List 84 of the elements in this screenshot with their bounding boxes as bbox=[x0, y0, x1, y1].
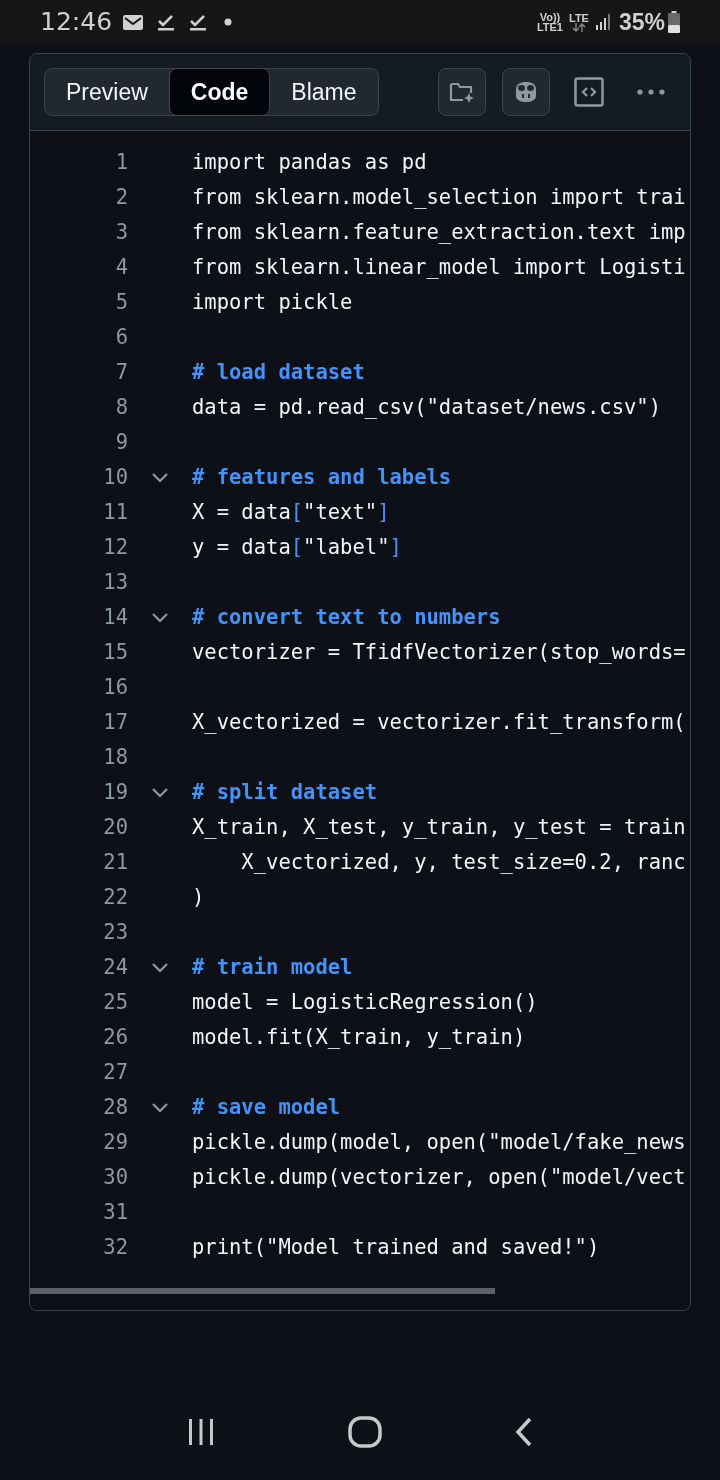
more-icon[interactable] bbox=[636, 88, 666, 96]
code-line: # train model bbox=[192, 954, 353, 982]
line-number: 4 bbox=[114, 254, 128, 282]
code-line: # save model bbox=[192, 1094, 341, 1122]
clock: 12:46 bbox=[40, 6, 113, 39]
code-line: X_vectorized = vectorizer.fit_transform( bbox=[192, 709, 686, 737]
line-number: 13 bbox=[102, 569, 128, 597]
line-number: 11 bbox=[102, 499, 128, 527]
folder-sparkle-button[interactable] bbox=[438, 68, 486, 116]
code-line: import pandas as pd bbox=[192, 149, 427, 177]
view-tab[interactable]: Code bbox=[168, 68, 271, 116]
code-line: # features and labels bbox=[192, 464, 452, 492]
line-number: 3 bbox=[114, 219, 128, 247]
code-line: X_vectorized, y, test_size=0.2, ranc bbox=[240, 849, 686, 877]
line-number: 27 bbox=[102, 1059, 128, 1087]
line-number: 6 bbox=[114, 324, 128, 352]
view-tab[interactable]: Preview bbox=[45, 69, 169, 115]
chevron-down-icon[interactable] bbox=[151, 1102, 169, 1113]
line-number: 32 bbox=[102, 1234, 128, 1262]
copilot-button[interactable] bbox=[502, 68, 550, 116]
data-arrows-icon bbox=[571, 22, 586, 32]
code-line: ) bbox=[192, 884, 205, 912]
line-number: 14 bbox=[102, 604, 128, 632]
line-number: 28 bbox=[102, 1094, 128, 1122]
chevron-down-icon[interactable] bbox=[151, 472, 169, 483]
line-number: 19 bbox=[102, 779, 128, 807]
line-number: 1 bbox=[114, 149, 128, 177]
line-number: 20 bbox=[102, 814, 128, 842]
line-number: 5 bbox=[114, 289, 128, 317]
checkmark-icon bbox=[156, 12, 177, 32]
line-number: 22 bbox=[102, 884, 128, 912]
line-number: 15 bbox=[102, 639, 128, 667]
code-line: data = pd.read_csv("dataset/news.csv") bbox=[192, 394, 661, 422]
code-line: vectorizer = TfidfVectorizer(stop_words= bbox=[192, 639, 686, 667]
code-line: from sklearn.model_selection import trai bbox=[192, 184, 686, 212]
folder-sparkle-icon bbox=[449, 80, 475, 104]
line-number: 24 bbox=[102, 954, 128, 982]
line-number: 2 bbox=[114, 184, 128, 212]
line-number: 31 bbox=[102, 1199, 128, 1227]
code-embed-icon[interactable] bbox=[574, 77, 604, 107]
line-number: 16 bbox=[102, 674, 128, 702]
code-line: X = data["text"] bbox=[192, 499, 390, 527]
code-line: pickle.dump(vectorizer, open("model/vect bbox=[192, 1164, 686, 1192]
code-line: y = data["label"] bbox=[192, 534, 402, 562]
line-number: 25 bbox=[102, 989, 128, 1017]
line-number: 18 bbox=[102, 744, 128, 772]
code-line: from sklearn.linear_model import Logisti bbox=[192, 254, 686, 282]
checkmark-icon bbox=[188, 12, 209, 32]
line-number: 30 bbox=[102, 1164, 128, 1192]
lte-label: LTE bbox=[569, 12, 589, 23]
code-line: import pickle bbox=[192, 289, 353, 317]
battery-icon bbox=[668, 11, 680, 33]
line-number: 17 bbox=[102, 709, 128, 737]
code-line: # load dataset bbox=[192, 359, 365, 387]
dot-icon bbox=[224, 18, 233, 26]
chevron-down-icon[interactable] bbox=[151, 612, 169, 623]
line-number: 8 bbox=[114, 394, 128, 422]
chevron-down-icon[interactable] bbox=[151, 962, 169, 973]
signal-icon bbox=[594, 13, 613, 31]
line-number: 7 bbox=[114, 359, 128, 387]
code-line: model = LogisticRegression() bbox=[192, 989, 538, 1017]
horizontal-scrollbar[interactable] bbox=[30, 1288, 495, 1294]
code-line: # convert text to numbers bbox=[192, 604, 501, 632]
code-line: from sklearn.feature_extraction.text imp bbox=[192, 219, 686, 247]
code-line: pickle.dump(model, open("model/fake_news bbox=[192, 1129, 686, 1157]
code-line: X_train, X_test, y_train, y_test = train bbox=[192, 814, 686, 842]
back-icon[interactable] bbox=[514, 1417, 534, 1447]
line-number: 12 bbox=[102, 534, 128, 562]
view-tab[interactable]: Blame bbox=[270, 69, 378, 115]
line-number: 23 bbox=[102, 919, 128, 947]
chevron-down-icon[interactable] bbox=[151, 787, 169, 798]
line-number: 10 bbox=[102, 464, 128, 492]
battery-percent: 35% bbox=[618, 7, 665, 37]
line-number: 29 bbox=[102, 1129, 128, 1157]
home-icon[interactable] bbox=[348, 1416, 382, 1448]
code-line: model.fit(X_train, y_train) bbox=[192, 1024, 526, 1052]
line-number: 26 bbox=[102, 1024, 128, 1052]
code-line: print("Model trained and saved!") bbox=[192, 1234, 600, 1262]
line-number: 9 bbox=[114, 429, 128, 457]
volte-label: Vo)) bbox=[539, 12, 561, 22]
lte-label: LTE1 bbox=[536, 22, 563, 32]
code-line: # split dataset bbox=[192, 779, 378, 807]
recent-apps-icon[interactable] bbox=[186, 1418, 216, 1446]
line-number: 21 bbox=[102, 849, 128, 877]
